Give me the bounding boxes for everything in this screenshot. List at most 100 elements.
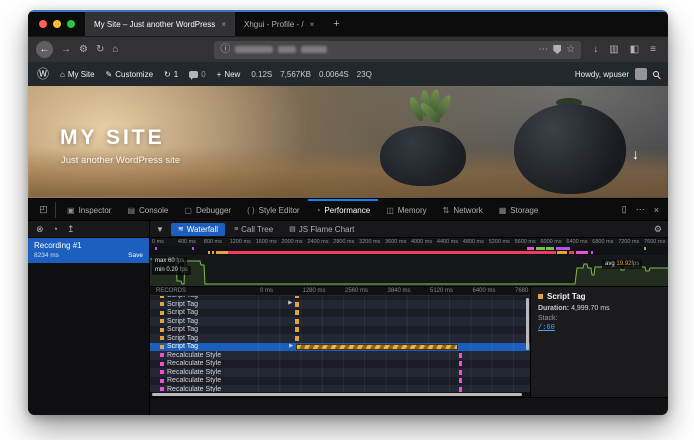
record-row[interactable]: Script Tag▶ <box>150 300 530 309</box>
wrench-icon[interactable]: ⚙ <box>79 45 88 55</box>
record-label: Script Tag <box>167 296 198 299</box>
tab-title: My Site – Just another WordPress s <box>94 20 215 29</box>
performance-toolbar: ▼ ≋Waterfall≡Call Tree▤JS Flame Chart ⚙ <box>150 221 668 238</box>
recording-list-item[interactable]: Recording #1 8234 ms Save <box>28 238 149 263</box>
devtools-tab-inspector[interactable]: ▣Inspector <box>59 199 119 220</box>
wordpress-logo-icon[interactable]: Ⓦ <box>37 68 49 80</box>
library-icon[interactable]: ▥ <box>609 44 618 55</box>
reload-button[interactable]: ↻ <box>96 45 104 55</box>
devtools-tabbar-tabs: ▣Inspector▤Console▢Debugger( )Style Edit… <box>59 199 546 220</box>
script-marker-icon <box>160 296 164 298</box>
style-marker-icon <box>160 379 164 383</box>
close-tab-icon[interactable]: × <box>310 20 315 29</box>
back-button[interactable]: ← <box>36 41 53 58</box>
devtools-tab-label: Performance <box>324 206 370 215</box>
import-recording-icon[interactable]: ↥ <box>67 224 75 235</box>
tab-title: Xhgui - Profile - / <box>244 20 304 29</box>
new-tab-button[interactable]: + <box>323 12 349 36</box>
style-marker-icon <box>160 387 164 391</box>
ruler-tick: 7200 ms <box>618 239 639 245</box>
url-bar[interactable]: ⓘ ⋯ ☆ <box>214 41 581 59</box>
record-row[interactable]: Recalculate Style <box>150 360 530 369</box>
search-icon[interactable] <box>653 71 659 77</box>
record-row[interactable]: Recalculate Style <box>150 385 530 392</box>
memory-icon: ◫ <box>386 206 394 215</box>
record-row[interactable]: Recalculate Style <box>150 351 530 360</box>
devtools-tab-memory[interactable]: ◫Memory <box>378 199 434 220</box>
query-monitor-stats[interactable]: 0.12S 7,567KB 0.0064S 23Q <box>251 70 372 79</box>
view-tab-call-tree[interactable]: ≡Call Tree <box>227 223 280 236</box>
mini-ruler-tick: 0 ms <box>260 288 273 294</box>
record-row[interactable]: Recalculate Style <box>150 377 530 386</box>
bookmark-star-icon[interactable]: ☆ <box>566 45 575 55</box>
view-tab-js-flame-chart[interactable]: ▤JS Flame Chart <box>282 223 361 236</box>
save-recording-link[interactable]: Save <box>128 252 143 259</box>
sidebar-toggle-icon[interactable]: ◧ <box>630 44 639 55</box>
devtools-tab-label: Console <box>139 206 168 215</box>
site-info-icon[interactable]: ⓘ <box>220 45 230 55</box>
expand-arrow-icon[interactable]: ▶ <box>288 301 292 307</box>
performance-overview[interactable]: 0 ms400 ms800 ms1200 ms1600 ms2000 ms240… <box>150 238 668 287</box>
record-row[interactable]: Script Tag <box>150 309 530 318</box>
wp-my-site-menu[interactable]: ⌂ My Site <box>60 70 95 79</box>
window-controls <box>28 12 85 36</box>
devtools-close-icon[interactable]: × <box>654 205 659 215</box>
devtools-more-icon[interactable]: ⋯ <box>636 204 645 215</box>
pick-element-icon[interactable]: ◰ <box>32 202 56 218</box>
tab-xhgui[interactable]: Xhgui - Profile - / × <box>235 12 323 36</box>
tracking-protection-shield-icon[interactable] <box>553 45 561 54</box>
expand-arrow-icon[interactable]: ▶ <box>289 344 293 350</box>
record-label: Script Tag <box>167 335 198 342</box>
site-title[interactable]: MY SITE <box>60 126 165 150</box>
page-actions-icon[interactable]: ⋯ <box>538 45 548 55</box>
devtools-tab-network[interactable]: ⇅Network <box>435 199 491 220</box>
script-marker-icon <box>160 319 164 323</box>
record-row[interactable]: Script Tag <box>150 317 530 326</box>
storage-icon: ▦ <box>499 206 507 215</box>
devtools-tab-console[interactable]: ▤Console <box>119 199 176 220</box>
overview-ruler: 0 ms400 ms800 ms1200 ms1600 ms2000 ms240… <box>150 238 668 246</box>
record-row[interactable]: Recalculate Style <box>150 368 530 377</box>
close-window-button[interactable] <box>39 20 47 28</box>
vertical-scrollbar-thumb[interactable] <box>526 298 529 350</box>
record-row[interactable]: Script Tag <box>150 326 530 335</box>
waterfall-bar[interactable] <box>296 344 458 350</box>
tab-my-site[interactable]: My Site – Just another WordPress s × <box>85 12 235 36</box>
filter-icon[interactable]: ▼ <box>156 225 164 234</box>
stack-frame-link[interactable]: /:60 <box>538 324 661 332</box>
responsive-design-icon[interactable]: ▯ <box>622 204 627 215</box>
wp-new-menu[interactable]: + New <box>217 70 241 79</box>
minimize-window-button[interactable] <box>53 20 61 28</box>
forward-button[interactable]: → <box>61 45 71 55</box>
ruler-tick: 2000 ms <box>282 239 303 245</box>
hamburger-menu-icon[interactable]: ≡ <box>650 44 656 55</box>
close-tab-icon[interactable]: × <box>221 20 226 29</box>
downloads-icon[interactable]: ↓ <box>593 44 598 55</box>
wp-howdy-label[interactable]: Howdy, wpuser <box>575 70 629 79</box>
mini-ruler-tick: 6400 ms <box>473 288 496 294</box>
home-button[interactable]: ⌂ <box>112 45 118 55</box>
browser-window: My Site – Just another WordPress s × Xhg… <box>28 10 668 415</box>
devtools-tab-performance[interactable]: ◔Performance <box>308 199 379 220</box>
record-clock-icon[interactable]: ◔ <box>53 224 58 234</box>
clear-recordings-icon[interactable]: ⊗ <box>36 224 44 235</box>
scrollbar-thumb[interactable] <box>152 393 522 397</box>
zoom-window-button[interactable] <box>67 20 75 28</box>
devtools-tab-storage[interactable]: ▦Storage <box>491 199 547 220</box>
record-row[interactable]: Script Tag <box>150 334 530 343</box>
gear-icon[interactable]: ⚙ <box>654 224 662 235</box>
avatar[interactable] <box>635 68 647 80</box>
scroll-down-arrow[interactable]: ↓ <box>632 146 639 162</box>
wp-updates-menu[interactable]: ↻ 1 <box>164 70 178 79</box>
devtools-tab-style-editor[interactable]: ( )Style Editor <box>239 199 307 220</box>
style-marker-icon <box>160 370 164 374</box>
wp-customize-menu[interactable]: ✎ Customize <box>106 70 154 79</box>
marker-segment-green <box>546 247 554 250</box>
marker-segment-orange <box>212 251 214 254</box>
wp-comments-menu[interactable]: 0 <box>189 70 205 79</box>
navigation-toolbar: ← → ⚙ ↻ ⌂ ⓘ ⋯ ☆ ↓ ▥ ◧ ≡ <box>28 36 668 62</box>
horizontal-scrollbar[interactable] <box>150 392 530 397</box>
devtools-tab-debugger[interactable]: ▢Debugger <box>176 199 239 220</box>
record-row[interactable]: Script Tag▶ <box>150 343 530 352</box>
view-tab-waterfall[interactable]: ≋Waterfall <box>171 223 225 236</box>
